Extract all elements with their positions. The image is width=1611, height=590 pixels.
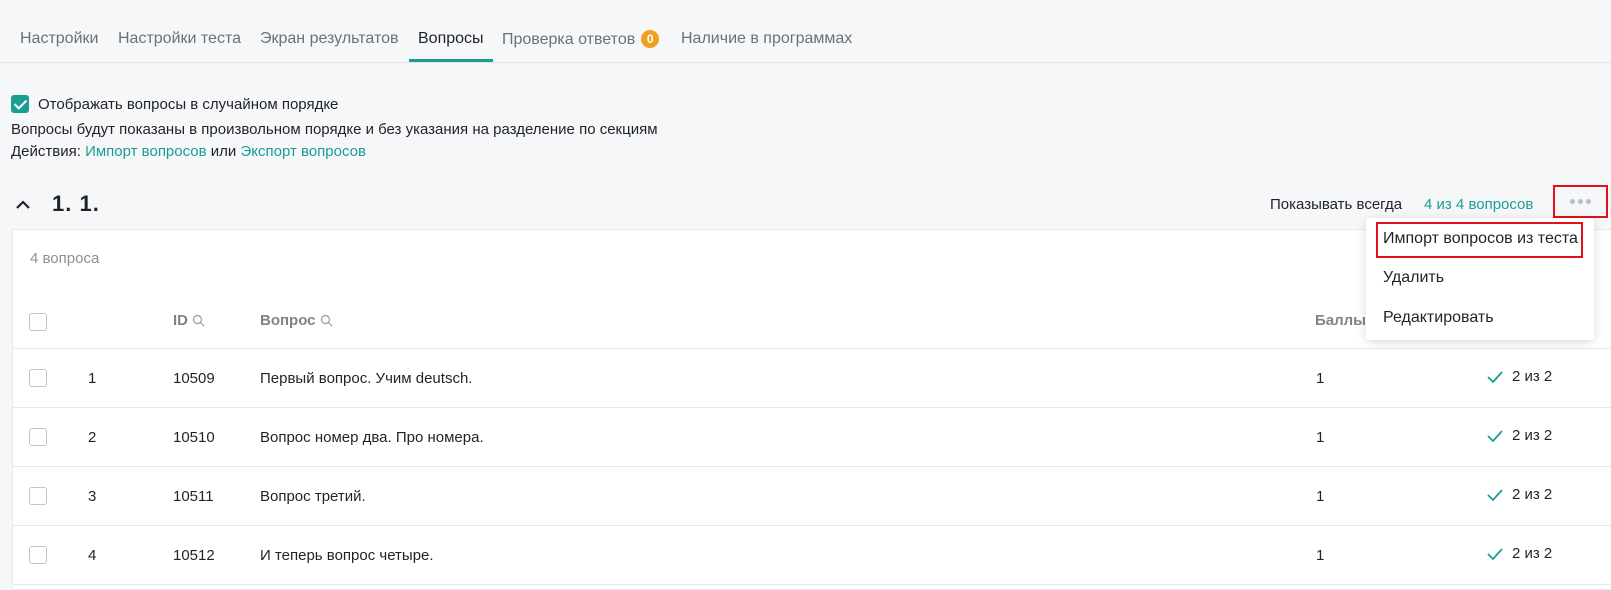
tab-answer-check-label: Проверка ответов — [502, 31, 636, 48]
row-checkbox[interactable] — [29, 487, 47, 505]
tab-settings[interactable]: Настройки — [20, 30, 98, 48]
row-status: 2 из 2 — [1487, 486, 1552, 503]
more-dots-icon — [1586, 199, 1591, 204]
menu-item-edit[interactable]: Редактировать — [1383, 309, 1494, 327]
menu-item-delete[interactable]: Удалить — [1383, 269, 1444, 287]
import-questions-link[interactable]: Импорт вопросов — [85, 143, 207, 160]
question-count-link[interactable]: 4 из 4 вопросов — [1424, 196, 1533, 213]
active-tab-indicator — [409, 59, 493, 62]
table-row[interactable]: 2 10510 Вопрос номер два. Про номера. 1 … — [13, 409, 1611, 467]
actions-prefix: Действия: — [11, 143, 81, 160]
row-checkbox[interactable] — [29, 369, 47, 387]
row-question[interactable]: Вопрос третий. — [260, 488, 366, 505]
row-question[interactable]: И теперь вопрос четыре. — [260, 547, 434, 564]
or-text: или — [210, 143, 237, 160]
more-options-button[interactable] — [1553, 185, 1608, 218]
tab-test-settings[interactable]: Настройки теста — [118, 30, 241, 48]
select-all-checkbox[interactable] — [29, 313, 47, 331]
random-order-option[interactable]: Отображать вопросы в случайном порядке — [11, 95, 338, 113]
column-score-header[interactable]: Баллы — [1315, 312, 1366, 329]
count-badge: 0 — [641, 30, 660, 48]
row-score: 1 — [1316, 370, 1325, 387]
table-row[interactable]: 4 10512 И теперь вопрос четыре. 1 2 из 2 — [13, 527, 1611, 585]
row-id: 10511 — [173, 488, 214, 505]
check-icon — [1487, 429, 1503, 442]
check-icon — [1487, 488, 1503, 501]
section-title: 1. 1. — [52, 191, 100, 216]
row-status: 2 из 2 — [1487, 368, 1552, 385]
row-checkbox[interactable] — [29, 428, 47, 446]
row-score: 1 — [1316, 547, 1325, 564]
row-question[interactable]: Первый вопрос. Учим deutsch. — [260, 370, 472, 387]
tab-questions[interactable]: Вопросы — [418, 30, 484, 48]
row-number: 3 — [88, 488, 97, 505]
search-icon[interactable] — [320, 314, 333, 327]
row-id: 10510 — [173, 429, 215, 446]
column-id-label: ID — [173, 312, 188, 329]
more-dots-icon — [1570, 199, 1575, 204]
check-icon — [1487, 370, 1503, 383]
actions-line: Действия: Импорт вопросов или Экспорт во… — [11, 143, 366, 160]
search-icon[interactable] — [192, 314, 205, 327]
row-number: 4 — [88, 547, 97, 564]
menu-item-import-from-test[interactable]: Импорт вопросов из теста — [1383, 230, 1578, 248]
row-id: 10509 — [173, 370, 215, 387]
row-number: 1 — [88, 370, 97, 387]
chevron-up-icon[interactable] — [16, 198, 30, 212]
row-id: 10512 — [173, 547, 215, 564]
row-status-text: 2 из 2 — [1512, 486, 1553, 503]
column-id-header[interactable]: ID — [173, 312, 205, 329]
row-status-text: 2 из 2 — [1512, 368, 1553, 385]
random-order-description: Вопросы будут показаны в произвольном по… — [11, 121, 658, 138]
show-mode-label: Показывать всегда — [1270, 196, 1403, 213]
check-icon — [1487, 547, 1503, 560]
section-header: 1. 1. Показывать всегда 4 из 4 вопросов — [0, 185, 1611, 220]
table-row[interactable]: 3 10511 Вопрос третий. 1 2 из 2 — [13, 468, 1611, 526]
row-score: 1 — [1316, 488, 1325, 505]
column-question-label: Вопрос — [260, 312, 316, 329]
more-dots-icon — [1578, 199, 1583, 204]
random-order-label: Отображать вопросы в случайном порядке — [38, 95, 339, 113]
export-questions-link[interactable]: Экспорт вопросов — [240, 143, 365, 160]
tab-bar: Настройки Настройки теста Экран результа… — [0, 0, 1611, 63]
random-order-checkbox[interactable] — [11, 95, 29, 113]
tab-answer-check[interactable]: Проверка ответов 0 — [502, 30, 660, 49]
row-status: 2 из 2 — [1487, 545, 1552, 562]
tab-program-availability[interactable]: Наличие в программах — [681, 30, 852, 48]
question-count: 4 вопроса — [30, 250, 100, 267]
table-row[interactable]: 1 10509 Первый вопрос. Учим deutsch. 1 2… — [13, 350, 1611, 408]
row-checkbox[interactable] — [29, 546, 47, 564]
row-number: 2 — [88, 429, 97, 446]
row-status-text: 2 из 2 — [1512, 427, 1553, 444]
section-actions-menu: Импорт вопросов из теста Удалить Редакти… — [1366, 218, 1594, 340]
tab-results-screen[interactable]: Экран результатов — [260, 30, 399, 48]
column-question-header[interactable]: Вопрос — [260, 312, 333, 329]
row-status: 2 из 2 — [1487, 427, 1552, 444]
row-score: 1 — [1316, 429, 1325, 446]
row-question[interactable]: Вопрос номер два. Про номера. — [260, 429, 484, 446]
row-status-text: 2 из 2 — [1512, 545, 1553, 562]
